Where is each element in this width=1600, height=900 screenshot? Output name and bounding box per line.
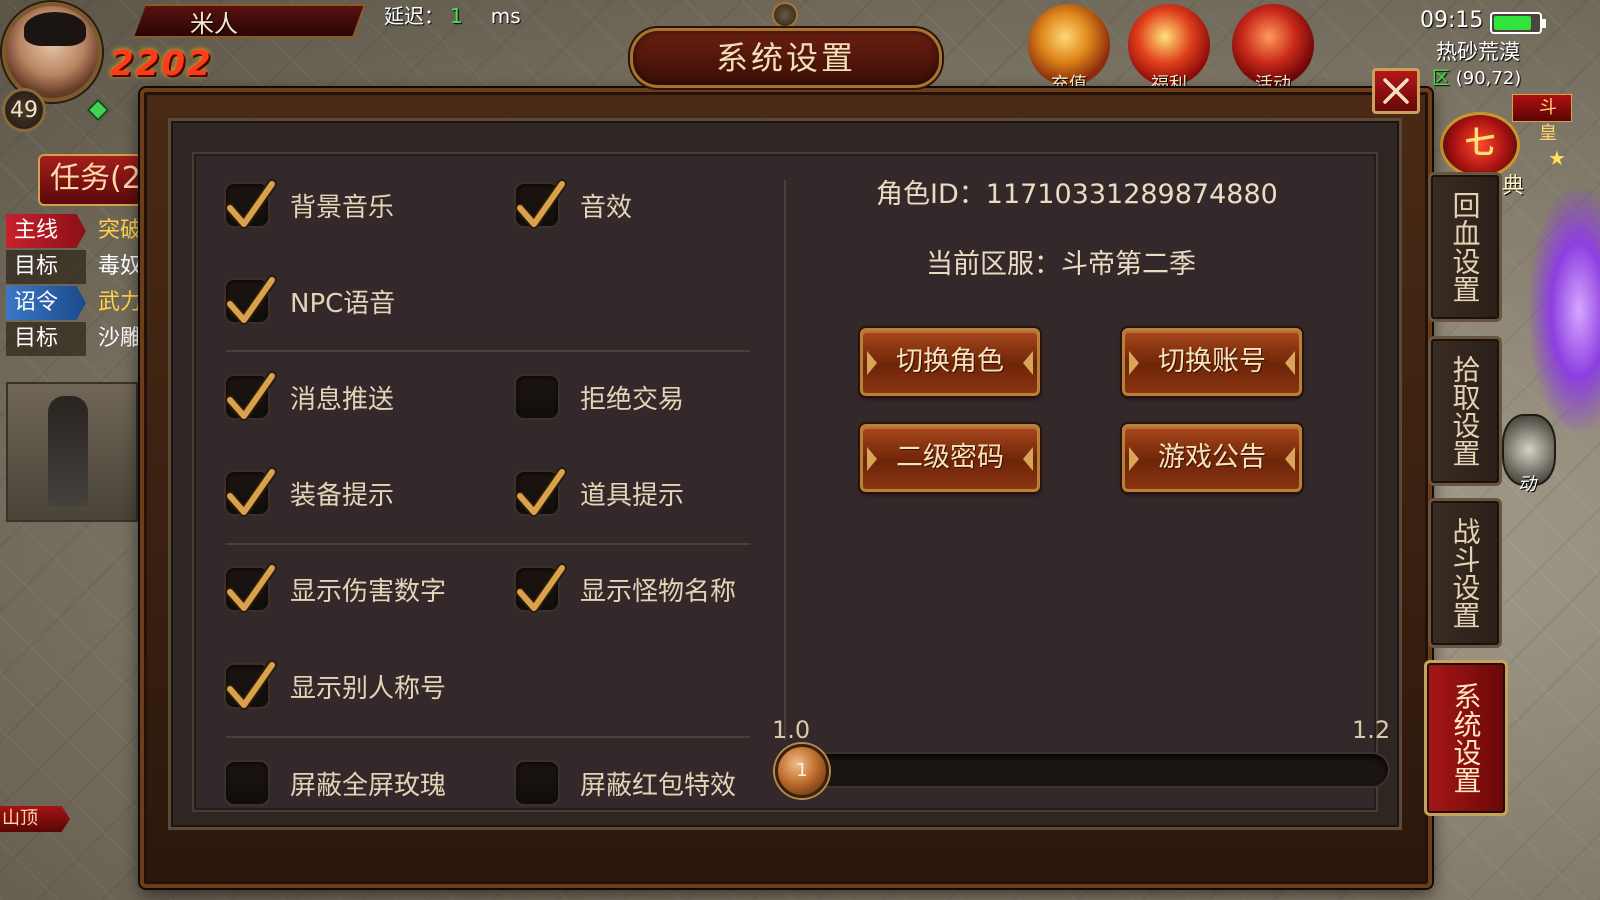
checkbox[interactable] (514, 563, 567, 613)
scale-slider-track[interactable] (780, 752, 1390, 788)
option-block-roses[interactable]: 屏蔽全屏玫瑰 (224, 758, 446, 808)
switch-account-button[interactable]: 切换账号 (1122, 328, 1302, 396)
option-bg-music[interactable]: 背景音乐 (224, 179, 394, 230)
role-id: 角色ID：117103312898748​80 (876, 179, 1278, 210)
scale-slider-thumb[interactable]: 1 (775, 744, 829, 798)
rank-ribbon[interactable]: 斗皇 (1512, 94, 1572, 144)
player-name-bar (133, 4, 367, 38)
player-name: 米人 (190, 10, 238, 38)
event-icon[interactable]: 活动 (1232, 4, 1314, 86)
gift-icon[interactable]: 福利 (1128, 4, 1210, 86)
level-badge: 49 (2, 88, 46, 132)
option-refuse-trade[interactable]: 拒绝交易 (514, 372, 684, 422)
quest-row[interactable]: 主线 突破 (6, 214, 138, 248)
checkbox[interactable] (224, 179, 277, 229)
checkmark-icon (225, 179, 277, 229)
battery-icon (1490, 12, 1546, 34)
magic-effect (1530, 190, 1600, 430)
slider-max-label: 1.2 (1352, 716, 1391, 744)
checkmark-icon (225, 275, 277, 325)
checkbox[interactable] (514, 179, 567, 229)
tab-hp-recovery-settings[interactable]: 回血设置 (1428, 172, 1502, 322)
classic-label: 典 (1502, 174, 1525, 199)
checkbox[interactable] (224, 275, 277, 325)
player-avatar[interactable] (2, 2, 102, 102)
tab-system-settings[interactable]: 系统设置 (1424, 660, 1508, 816)
second-password-button[interactable]: 二级密码 (860, 424, 1040, 492)
quest-tab[interactable]: 任务(2 (38, 154, 142, 206)
checkbox[interactable] (514, 760, 560, 806)
quest-row[interactable]: 目标 沙雕 (6, 322, 138, 356)
slider-min-label: 1.0 (772, 716, 811, 744)
option-push-notifications[interactable]: 消息推送 (224, 371, 394, 422)
current-server: 当前区服：斗帝第二季 (926, 249, 1196, 280)
close-icon (1383, 78, 1409, 104)
checkmark-icon (225, 467, 277, 517)
game-notice-button[interactable]: 游戏公告 (1122, 424, 1302, 492)
section-divider (226, 543, 750, 545)
checkbox[interactable] (514, 374, 560, 420)
star-icon: ★ (1548, 146, 1566, 170)
section-divider (226, 736, 750, 738)
quest-row[interactable]: 诏令 武力 (6, 286, 138, 320)
checkmark-icon (515, 179, 567, 229)
checkmark-icon (225, 660, 277, 710)
character-preview (6, 382, 138, 522)
close-button[interactable] (1372, 68, 1420, 114)
option-npc-voice[interactable]: NPC语音 (224, 275, 395, 326)
location-label: 山顶 (0, 806, 70, 832)
section-divider (226, 350, 750, 352)
checkmark-icon (515, 563, 567, 613)
option-show-titles[interactable]: 显示别人称号 (224, 660, 446, 711)
column-divider (784, 180, 786, 740)
tab-loot-settings[interactable]: 拾取设置 (1428, 336, 1502, 486)
checkbox[interactable] (224, 371, 277, 421)
quest-row[interactable]: 目标 毒奴 (6, 250, 138, 284)
option-equipment-tips[interactable]: 装备提示 (224, 467, 394, 518)
tab-combat-settings[interactable]: 战斗设置 (1428, 498, 1502, 648)
clock: 09:15 (1420, 8, 1484, 33)
auto-battle-label: 动 (1518, 474, 1536, 495)
combat-power: 2202 (110, 44, 213, 84)
quest-list: 主线 突破 目标 毒奴 诏令 武力 目标 沙雕 (6, 214, 138, 358)
checkbox[interactable] (224, 660, 277, 710)
option-show-damage[interactable]: 显示伤害数字 (224, 563, 446, 614)
dialog-title: 系统设置 (630, 28, 942, 88)
checkbox[interactable] (514, 467, 567, 517)
checkbox[interactable] (224, 760, 270, 806)
switch-role-button[interactable]: 切换角色 (860, 328, 1040, 396)
checkmark-icon (515, 467, 567, 517)
map-coordinates: 区 (90,72) (1432, 68, 1522, 89)
option-block-redpacket-effects[interactable]: 屏蔽红包特效 (514, 758, 736, 808)
map-name: 热砂荒漠 (1436, 40, 1520, 64)
checkbox[interactable] (224, 467, 277, 517)
option-show-monster-names[interactable]: 显示怪物名称 (514, 563, 736, 614)
title-ornament (772, 2, 798, 28)
option-item-tips[interactable]: 道具提示 (514, 467, 684, 518)
option-sound-effects[interactable]: 音效 (514, 179, 632, 230)
checkmark-icon (225, 563, 277, 613)
recharge-icon[interactable]: 充值 (1028, 4, 1110, 86)
checkbox[interactable] (224, 563, 277, 613)
character-figure (48, 396, 88, 506)
latency-indicator: 延迟： 1 ms (384, 4, 521, 28)
checkmark-icon (225, 371, 277, 421)
